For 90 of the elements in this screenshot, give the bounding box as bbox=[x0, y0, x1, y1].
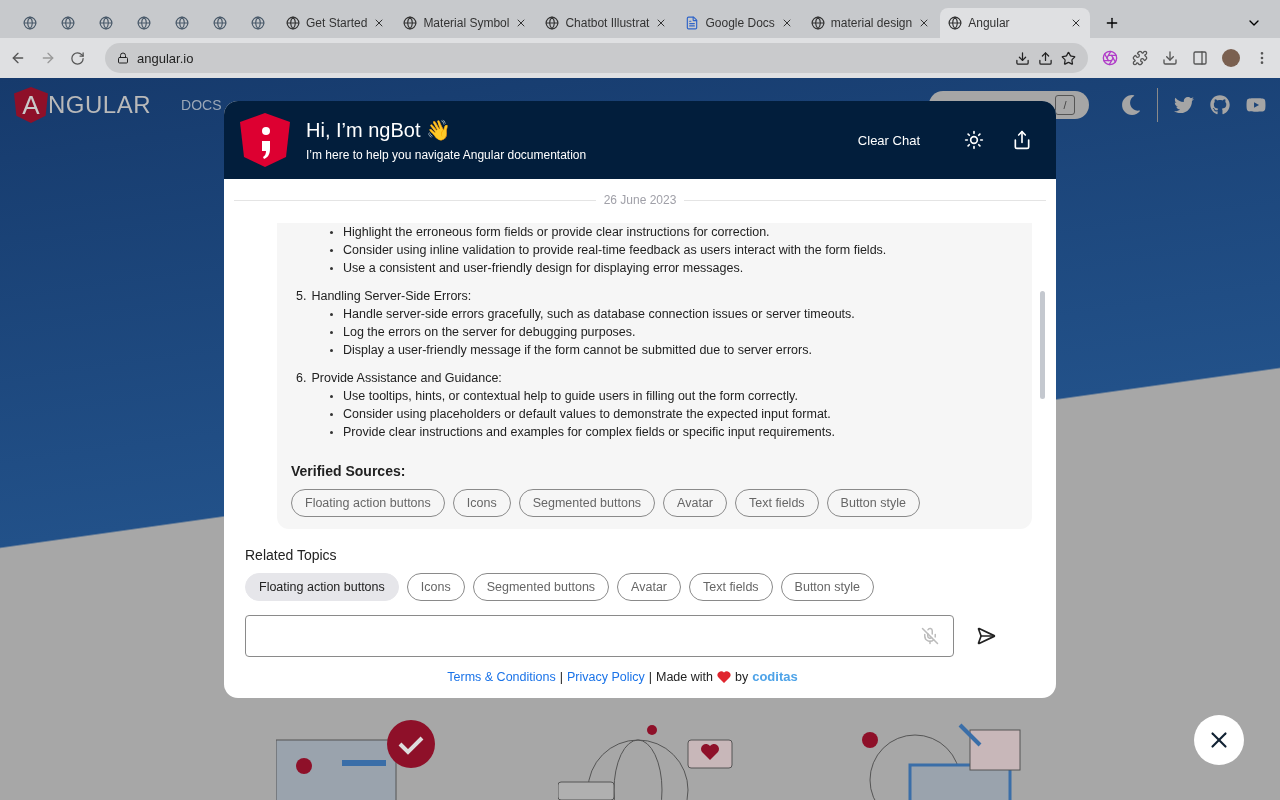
bullet-dot bbox=[330, 248, 333, 252]
browser-tab[interactable]: Angular bbox=[940, 8, 1091, 38]
logo-shield: A bbox=[14, 87, 48, 123]
by-text: by bbox=[734, 669, 749, 684]
url-text: angular.io bbox=[137, 50, 194, 66]
bullet-dot bbox=[330, 412, 333, 416]
tab-title: Google Docs bbox=[705, 16, 775, 30]
download-icon[interactable] bbox=[1162, 50, 1178, 66]
bullet-text: Consider using inline validation to provide real-time feedback as users interact with the form fields. bbox=[343, 243, 887, 257]
bullet-dot bbox=[330, 330, 333, 334]
bullet-dot bbox=[330, 348, 333, 352]
bullet-dot bbox=[330, 430, 333, 434]
tab-title: material design bbox=[830, 16, 913, 30]
nav-link[interactable]: DOCS bbox=[181, 97, 222, 113]
share-icon bbox=[1012, 130, 1032, 150]
tab-title: Material Symbol bbox=[423, 16, 510, 30]
globe-icon bbox=[286, 16, 300, 30]
reload-icon[interactable] bbox=[70, 50, 85, 66]
made-with-text: Made with bbox=[656, 669, 713, 684]
section-title: Provide Assistance and Guidance: bbox=[311, 371, 502, 385]
bullet-text: Consider using placeholders or default values to demonstrate the expected input format. bbox=[343, 407, 831, 421]
sources-heading: Verified Sources: bbox=[291, 463, 407, 479]
star-icon[interactable] bbox=[1061, 50, 1076, 66]
address-bar[interactable]: angular.io bbox=[105, 43, 1088, 73]
globe-icon bbox=[99, 16, 113, 30]
sun-icon bbox=[964, 130, 984, 150]
moon-icon[interactable] bbox=[1121, 95, 1141, 115]
related-topics-heading: Related Topics bbox=[245, 547, 338, 563]
theme-toggle-button[interactable] bbox=[962, 128, 986, 152]
globe-icon bbox=[23, 16, 37, 30]
privacy-link[interactable]: Privacy Policy bbox=[566, 669, 645, 684]
bullet-dot bbox=[330, 394, 333, 398]
bullet-text: Use tooltips, hints, or contextual help to guide users in filling out the form correctly. bbox=[343, 389, 798, 403]
section-title: Handling Server-Side Errors: bbox=[311, 289, 472, 303]
separator-text: | bbox=[648, 669, 652, 684]
terms-link[interactable]: Terms & Conditions bbox=[447, 669, 556, 684]
cat-icon[interactable] bbox=[1210, 95, 1230, 115]
bullet-text: Highlight the erroneous form fields or provide clear instructions for correction. bbox=[343, 225, 770, 239]
download-icon[interactable] bbox=[1015, 50, 1030, 66]
bullet-text: Provide clear instructions and examples for complex fields or specific input requirements. bbox=[343, 425, 835, 439]
bullet-dot bbox=[330, 230, 333, 234]
brand-logo: coditas bbox=[752, 669, 798, 684]
globe-icon bbox=[61, 16, 75, 30]
document-icon bbox=[685, 16, 700, 30]
back-icon[interactable] bbox=[10, 50, 26, 66]
date-label: 26 June 2023 bbox=[603, 193, 677, 207]
bullet-dot bbox=[330, 312, 333, 316]
tab-title: Angular bbox=[968, 16, 1011, 30]
send-icon bbox=[976, 626, 996, 646]
globe-icon bbox=[948, 16, 963, 30]
logo-text: NGULAR bbox=[48, 91, 152, 119]
separator-text: | bbox=[559, 669, 563, 684]
bird-icon[interactable] bbox=[1174, 95, 1194, 115]
globe-icon bbox=[213, 16, 227, 30]
tab-title: Get Started bbox=[306, 16, 368, 30]
globe-icon bbox=[403, 16, 418, 30]
close-button[interactable] bbox=[1194, 715, 1244, 765]
browser-tab[interactable]: material design bbox=[802, 8, 939, 38]
globe-icon bbox=[137, 16, 151, 30]
puzzle-icon[interactable] bbox=[1132, 50, 1148, 66]
globe-icon bbox=[545, 16, 560, 30]
tab-title: Chatbot Illustrat bbox=[565, 16, 650, 30]
clear-chat-button[interactable]: Clear Chat bbox=[853, 128, 924, 152]
browser-tab[interactable]: Google Docs bbox=[677, 8, 801, 38]
side-panel-icon[interactable] bbox=[1192, 50, 1208, 66]
heart-icon bbox=[716, 670, 731, 683]
globe-icon bbox=[810, 16, 825, 30]
bullet-text: Handle server-side errors gracefully, such as database connection issues or server timeouts. bbox=[343, 307, 855, 321]
share-icon[interactable] bbox=[1038, 50, 1053, 66]
extension-icon[interactable] bbox=[1102, 50, 1118, 66]
bot-logo-icon bbox=[240, 113, 290, 167]
list-number: 5. bbox=[296, 289, 307, 303]
browser-tab[interactable]: Get Started bbox=[278, 8, 394, 38]
browser-tab[interactable]: Material Symbol bbox=[395, 8, 536, 38]
lock-icon bbox=[117, 52, 129, 64]
list-number: 6. bbox=[296, 371, 307, 385]
globe-icon bbox=[175, 16, 189, 30]
bullet-text: Log the errors on the server for debugging purposes. bbox=[343, 325, 636, 339]
bullet-text: Use a consistent and user-friendly design for displaying error messages. bbox=[343, 261, 744, 275]
bullet-dot bbox=[330, 266, 333, 270]
globe-icon bbox=[251, 16, 265, 30]
scrollbar-thumb[interactable] bbox=[1040, 291, 1046, 399]
chat-title: Hi, I’m ngBot 👋 bbox=[306, 118, 453, 142]
browser-tab[interactable]: Chatbot Illustrat bbox=[537, 8, 676, 38]
avatar-icon[interactable] bbox=[1222, 49, 1240, 67]
topic-chip[interactable]: Floating action buttons bbox=[245, 573, 399, 601]
play-icon[interactable] bbox=[1246, 95, 1266, 115]
message-input[interactable] bbox=[245, 615, 954, 657]
chat-subtitle: I’m here to help you navigate Angular documentation bbox=[306, 148, 588, 162]
bullet-text: Display a user-friendly message if the form cannot be submitted due to server errors. bbox=[343, 343, 812, 357]
